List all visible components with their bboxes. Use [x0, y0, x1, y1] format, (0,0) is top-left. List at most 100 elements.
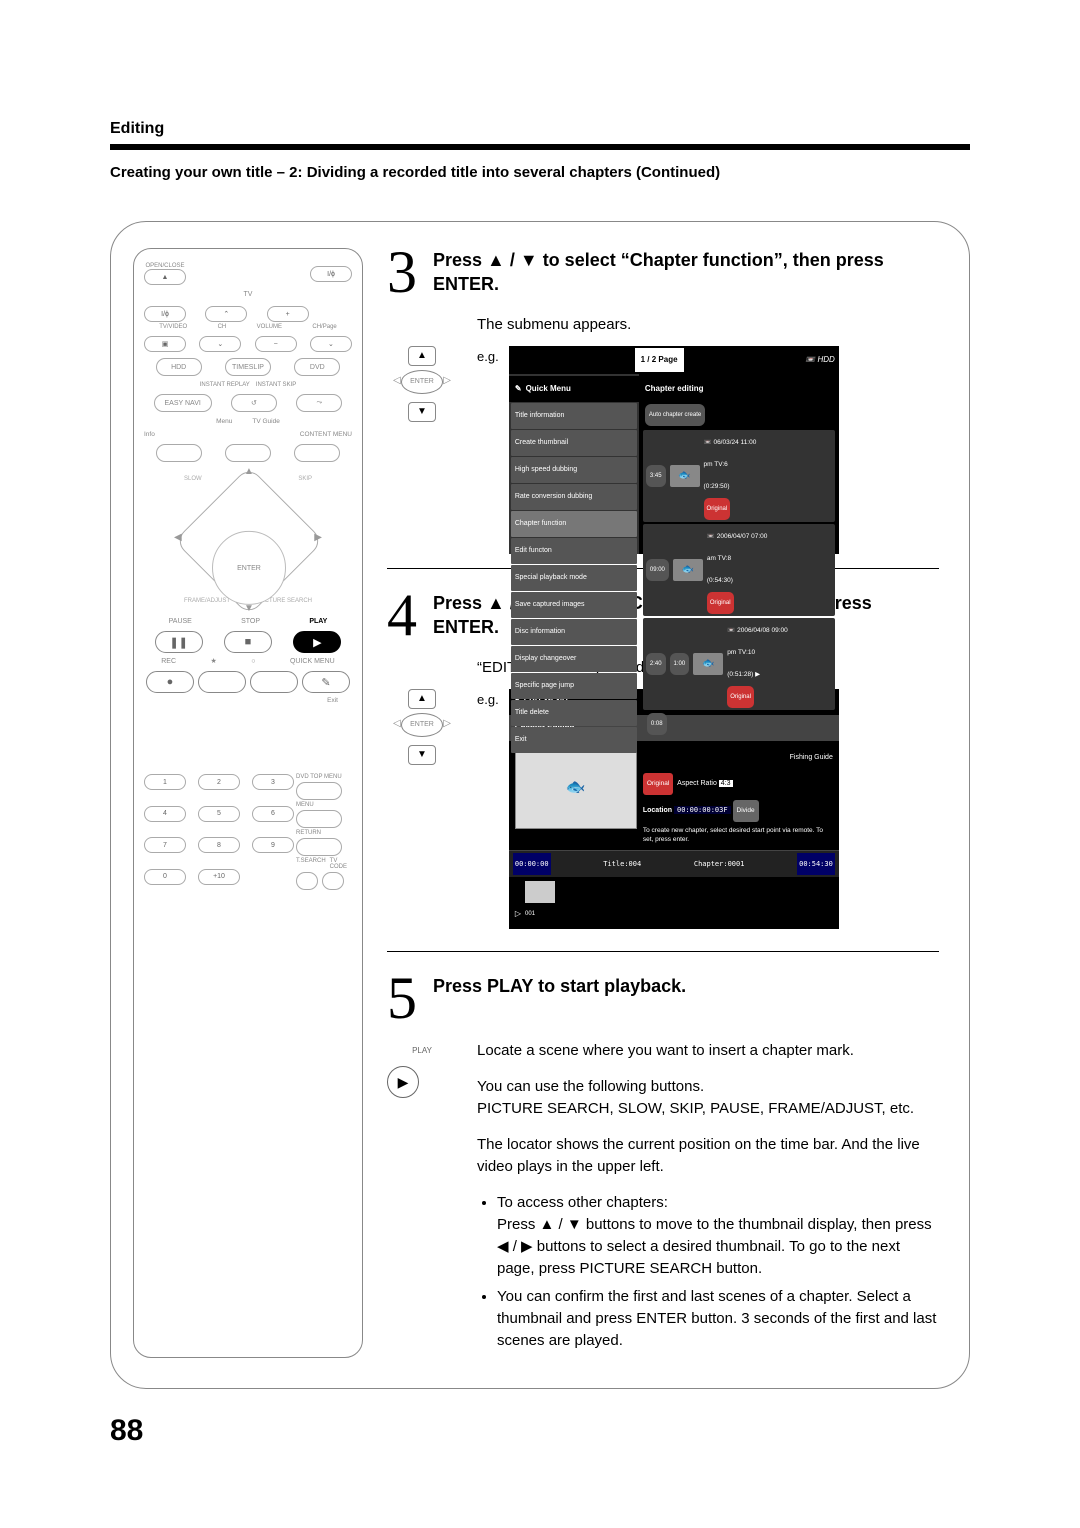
- tc-title: Title:004: [603, 853, 641, 875]
- osd1-page: 1 / 2 Page: [635, 348, 684, 372]
- tsearch-button[interactable]: [296, 872, 318, 890]
- tv-power-button[interactable]: I/ɸ: [144, 306, 186, 322]
- instant-skip-button[interactable]: ⤳: [296, 394, 342, 412]
- step4-title-a: Press: [433, 593, 487, 613]
- strip-label: 001: [525, 903, 555, 925]
- qm-item[interactable]: Title delete: [511, 700, 637, 726]
- info-label: Info: [144, 431, 155, 438]
- remote-control: OPEN/CLOSE ▲ I/ɸ TV I/ɸ ⌃ + TV/VIDEO CH …: [133, 248, 363, 1358]
- num-3[interactable]: 3: [252, 774, 294, 790]
- dpad-down[interactable]: ▼: [244, 603, 254, 614]
- play-button[interactable]: ▶: [293, 631, 341, 653]
- aspect-val: 4:3: [719, 780, 733, 787]
- qm-item[interactable]: High speed dubbing: [511, 457, 637, 483]
- title-card[interactable]: 09:00 🐟 📼 2006/04/07 07:00 am TV:8 (0:54…: [643, 524, 835, 616]
- content-menu-button[interactable]: [294, 444, 340, 462]
- pause-button[interactable]: ❚❚: [155, 631, 203, 653]
- qm-item[interactable]: Special playback mode: [511, 565, 637, 591]
- instant-replay-button[interactable]: ↺: [231, 394, 277, 412]
- hdd-button[interactable]: HDD: [156, 358, 202, 376]
- qm-item[interactable]: Rate conversion dubbing: [511, 484, 637, 510]
- tc-chapter: Chapter:0001: [694, 853, 745, 875]
- tsearch-label: T.SEARCH: [296, 858, 326, 870]
- card-thumb-icon: 🐟: [670, 465, 700, 487]
- qm-item[interactable]: Specific page jump: [511, 673, 637, 699]
- page-subtitle: Creating your own title – 2: Dividing a …: [110, 164, 970, 181]
- tv-video-label: TV/VIDEO: [159, 324, 187, 330]
- menu-label: Menu: [216, 418, 232, 425]
- qm-item[interactable]: Create thumbnail: [511, 430, 637, 456]
- tvguide-label: TV Guide: [252, 418, 279, 425]
- tc-left: 00:00:00: [513, 853, 551, 875]
- easy-navi-button[interactable]: EASY NAVI: [154, 394, 212, 412]
- num-1[interactable]: 1: [144, 774, 186, 790]
- dvd-button[interactable]: DVD: [294, 358, 340, 376]
- qm-item[interactable]: Display changeover: [511, 646, 637, 672]
- pause-label: PAUSE: [169, 618, 192, 625]
- return-button[interactable]: [296, 838, 342, 856]
- title-card[interactable]: 2:40 1:00 🐟 📼 2006/04/08 09:00 pm TV:10 …: [643, 618, 835, 710]
- num-6[interactable]: 6: [252, 806, 294, 822]
- timecode-bar: 00:00:00 Title:004 Chapter:0001 00:54:30: [509, 850, 839, 877]
- enter-button[interactable]: ENTER: [212, 531, 286, 605]
- power-button[interactable]: I/ɸ: [310, 266, 352, 282]
- card-cut: 1:00: [670, 653, 690, 675]
- dvd-top-menu-button[interactable]: [296, 782, 342, 800]
- aspect-label: Aspect Ratio: [677, 780, 717, 787]
- vol-up-button[interactable]: +: [267, 306, 309, 322]
- num-2[interactable]: 2: [198, 774, 240, 790]
- s5-p4: The locator shows the current position o…: [477, 1134, 939, 1178]
- qm-item-selected[interactable]: Chapter function: [511, 511, 637, 537]
- enter-widget: ▲ ◁ENTER▷ ▼: [387, 689, 457, 769]
- divide-tag[interactable]: Divide: [733, 800, 759, 822]
- page-number: 88: [110, 1414, 143, 1448]
- menu2-button[interactable]: [296, 810, 342, 828]
- qm-header: Quick Menu: [526, 378, 571, 400]
- qm-item[interactable]: Exit: [511, 727, 637, 753]
- num-0[interactable]: 0: [144, 869, 186, 885]
- osd2-help-text: To create new chapter, select desired st…: [643, 826, 833, 844]
- dpad: SLOW SKIP FRAME/ADJUST PICTURE SEARCH EN…: [178, 470, 318, 610]
- dpad-up[interactable]: ▲: [244, 466, 254, 477]
- card-cut: 09:00: [646, 559, 669, 581]
- dpad-right[interactable]: ▶: [314, 532, 322, 543]
- ch-down-button[interactable]: ⌄: [199, 336, 241, 352]
- rec-button[interactable]: ●: [146, 671, 194, 693]
- card-cut: 3:45: [646, 465, 666, 487]
- ch-up-button[interactable]: ⌃: [205, 306, 247, 322]
- num-4[interactable]: 4: [144, 806, 186, 822]
- instant-skip-label: INSTANT SKIP: [256, 382, 296, 388]
- quickmenu-button[interactable]: ✎: [302, 671, 350, 693]
- strip-thumb[interactable]: [525, 881, 555, 903]
- stop-button[interactable]: ■: [224, 631, 272, 653]
- tv-video-button[interactable]: ▣: [144, 336, 186, 352]
- osd1-right-header: Chapter editing: [641, 376, 837, 402]
- menu2-label: MENU: [296, 802, 314, 808]
- dpad-left[interactable]: ◀: [174, 532, 182, 543]
- eject-button[interactable]: ▲: [144, 269, 186, 285]
- timeslip-button[interactable]: TIMESLIP: [225, 358, 271, 376]
- num-8[interactable]: 8: [198, 837, 240, 853]
- fav-button[interactable]: [198, 671, 246, 693]
- up-key-icon: ▲: [408, 346, 436, 366]
- num-7[interactable]: 7: [144, 837, 186, 853]
- menu-button[interactable]: [225, 444, 271, 462]
- info-button[interactable]: [156, 444, 202, 462]
- qm-item[interactable]: Save captured images: [511, 592, 637, 618]
- num-9[interactable]: 9: [252, 837, 294, 853]
- qm-item[interactable]: Edit functon: [511, 538, 637, 564]
- location-tc: 00:00:00:03F: [674, 806, 731, 814]
- dvd-top-menu-label: DVD TOP MENU: [296, 774, 342, 780]
- aux-button[interactable]: [250, 671, 298, 693]
- num-5[interactable]: 5: [198, 806, 240, 822]
- enter-key-icon: ENTER: [401, 713, 444, 737]
- tvcode-button[interactable]: [322, 872, 344, 890]
- title-card[interactable]: 3:45 🐟 📼 06/03/24 11:00 pm TV:6 (0:29:50…: [643, 430, 835, 522]
- qm-item[interactable]: Disc information: [511, 619, 637, 645]
- step-5: 5 Press PLAY to start playback.: [387, 974, 939, 1022]
- num-plus10[interactable]: +10: [198, 869, 240, 885]
- vol-down-button[interactable]: −: [255, 336, 297, 352]
- return-label: RETURN: [296, 830, 321, 836]
- chpage-button[interactable]: ⌄: [310, 336, 352, 352]
- qm-item[interactable]: Title information: [511, 403, 637, 429]
